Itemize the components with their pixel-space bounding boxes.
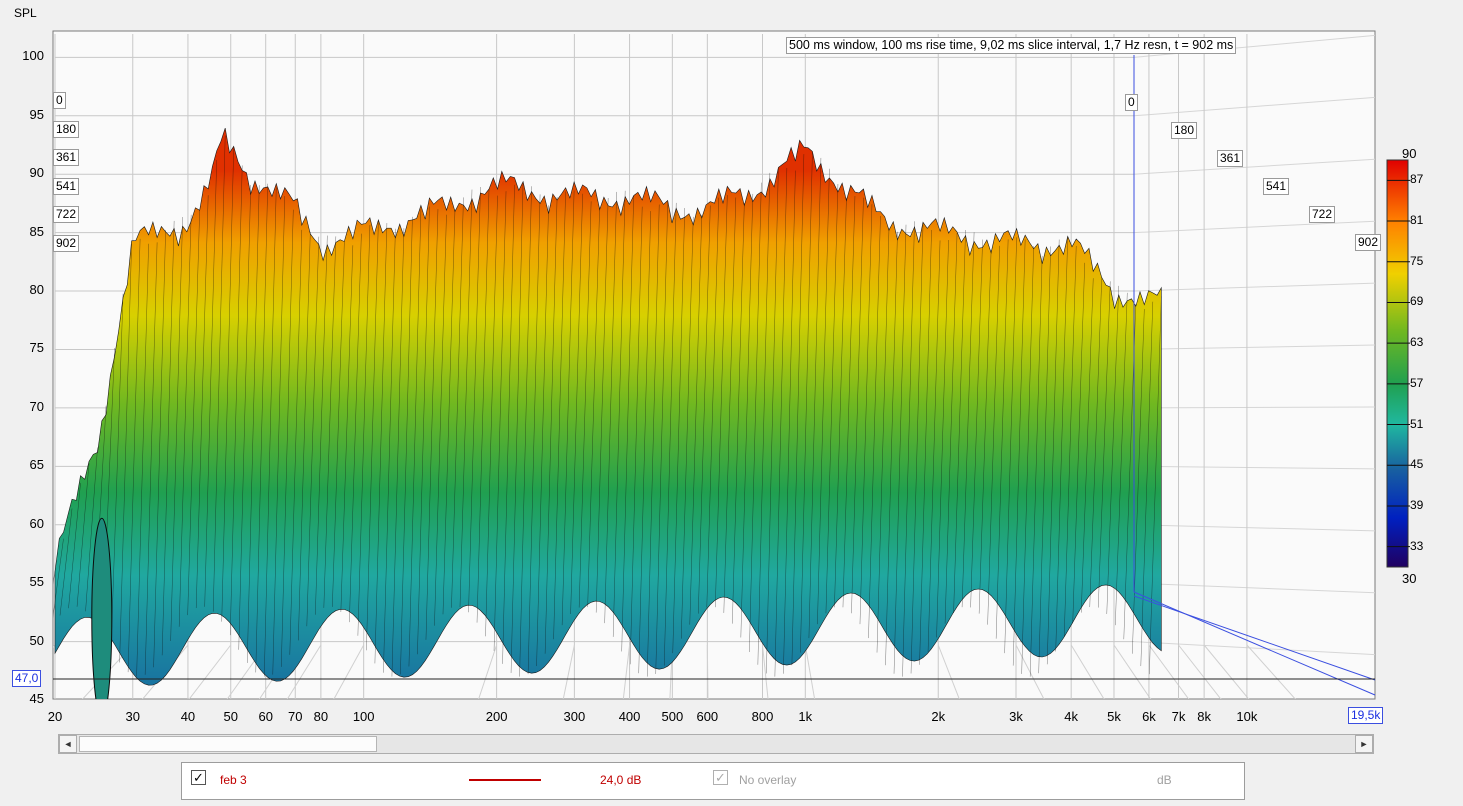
check-icon: ✓ — [193, 770, 204, 785]
x-tick-label: 300 — [563, 709, 586, 724]
y-tick-label: 70 — [29, 398, 44, 414]
y-tick-label: 75 — [29, 340, 44, 356]
unit-label: dB — [1157, 773, 1172, 787]
x-tick-label: 5k — [1107, 709, 1121, 724]
x-tick-label: 2k — [931, 709, 946, 724]
x-end-marker[interactable]: 19,5k — [1348, 707, 1384, 724]
x-tick-label: 80 — [313, 709, 329, 724]
colorbar-tick-label: 45 — [1410, 457, 1424, 472]
overlay-checkbox[interactable]: ✓ — [713, 770, 728, 785]
low-freq-pillar — [91, 517, 113, 699]
measurement-label: feb 3 — [220, 773, 247, 787]
colorbar-tick-label: 81 — [1410, 213, 1424, 228]
time-label-right: 0 — [1125, 94, 1138, 111]
colorbar-tick-label: 33 — [1410, 538, 1424, 553]
time-label-right: 902 — [1355, 234, 1382, 251]
x-tick-label: 30 — [125, 709, 140, 724]
horizontal-scrollbar[interactable]: ◄ ► — [58, 734, 1374, 754]
time-label-left: 902 — [53, 234, 80, 252]
y-axis-title: SPL — [14, 6, 37, 20]
time-label-right: 180 — [1171, 122, 1198, 139]
x-gridline-floor — [706, 644, 709, 699]
time-label-left: 180 — [53, 120, 80, 138]
y-tick-label: 55 — [29, 574, 44, 590]
waterfall-plot[interactable] — [0, 0, 1463, 735]
measurement-level: 24,0 dB — [600, 773, 642, 787]
scroll-right-button[interactable]: ► — [1355, 735, 1373, 753]
x-tick-label: 1k — [798, 709, 813, 724]
y-tick-label: 95 — [29, 106, 44, 122]
time-label-right: 722 — [1309, 206, 1336, 223]
x-tick-label: 800 — [751, 709, 774, 724]
x-tick-label: 40 — [180, 709, 196, 724]
floor-marker[interactable]: 47,0 — [12, 670, 42, 687]
colorbar-tick-label: 87 — [1410, 172, 1424, 187]
measurement-checkbox[interactable]: ✓ — [191, 770, 206, 785]
y-tick-label: 50 — [29, 632, 44, 648]
y-tick-label: 90 — [29, 165, 44, 181]
x-tick-label: 3k — [1009, 709, 1023, 724]
x-tick-label: 20 — [47, 709, 63, 724]
y-tick-label: 45 — [29, 691, 44, 706]
x-tick-label: 6k — [1142, 709, 1156, 724]
y-tick-label: 100 — [22, 48, 44, 64]
colorbar-bottom-label: 30 — [1402, 571, 1417, 586]
time-label-left: 722 — [53, 206, 80, 223]
x-tick-label: 60 — [258, 709, 273, 724]
colorbar-top-label: 90 — [1402, 146, 1417, 161]
x-tick-label: 600 — [696, 709, 719, 724]
colorbar-tick-label: 51 — [1410, 416, 1424, 431]
check-icon: ✓ — [715, 770, 726, 785]
colorbar-tick-label: 69 — [1410, 294, 1424, 309]
x-tick-label: 200 — [485, 709, 508, 724]
arrow-left-icon: ◄ — [63, 739, 73, 749]
x-tick-label: 10k — [1236, 709, 1258, 724]
arrow-right-icon: ► — [1359, 739, 1369, 749]
y-tick-label: 85 — [29, 223, 44, 239]
scroll-left-button[interactable]: ◄ — [59, 735, 77, 753]
x-tick-label: 4k — [1064, 709, 1079, 724]
info-box: 500 ms window, 100 ms rise time, 9,02 ms… — [786, 37, 1237, 54]
y-tick-label: 65 — [29, 457, 44, 473]
scrollbar-thumb[interactable] — [79, 736, 377, 752]
x-tick-label: 70 — [288, 709, 303, 724]
x-tick-label: 7k — [1171, 709, 1186, 724]
x-tick-label: 50 — [223, 709, 238, 724]
x-tick-label: 8k — [1197, 709, 1211, 724]
legend-bar: ✓ feb 3 24,0 dB ✓ No overlay dB — [181, 762, 1245, 800]
time-label-right: 361 — [1217, 150, 1244, 167]
time-label-left: 541 — [53, 177, 80, 195]
y-tick-label: 80 — [29, 282, 44, 298]
time-label-right: 541 — [1263, 178, 1290, 195]
colorbar-tick-label: 39 — [1410, 497, 1424, 512]
x-tick-label: 400 — [618, 709, 641, 724]
y-tick-label: 60 — [29, 515, 44, 531]
colorbar-tick-label: 75 — [1410, 253, 1424, 268]
x-tick-label: 500 — [661, 709, 684, 724]
time-label-left: 361 — [53, 149, 80, 166]
overlay-label: No overlay — [739, 773, 797, 787]
legend-line-swatch — [469, 779, 541, 781]
colorbar-tick-label: 57 — [1410, 375, 1424, 390]
time-label-left: 0 — [53, 92, 66, 109]
colorbar-tick-label: 63 — [1410, 335, 1424, 350]
x-tick-label: 100 — [352, 709, 375, 724]
